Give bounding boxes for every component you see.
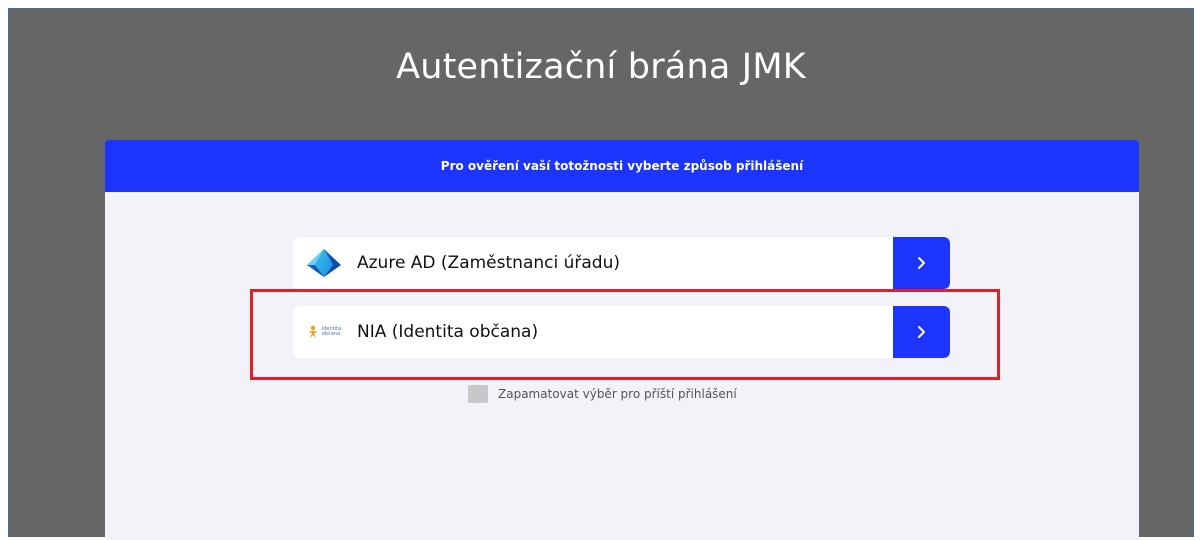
login-card: Pro ověření vaší totožnosti vyberte způs… — [105, 140, 1139, 540]
azure-ad-option[interactable]: Azure AD (Zaměstnanci úřadu) — [293, 237, 950, 289]
nia-label: NIA (Identita občana) — [357, 322, 539, 342]
azure-ad-arrow-button[interactable] — [893, 237, 950, 289]
remember-choice[interactable]: Zapamatovat výběr pro příští přihlášení — [468, 385, 737, 403]
nia-option[interactable]: Identita občana NIA (Identita občana) — [293, 306, 950, 358]
identita-obcana-logo: Identita občana — [305, 313, 343, 351]
page-title: Autentizační brána JMK — [396, 47, 806, 87]
page-background: Autentizační brána JMK Pro ověření vaší … — [8, 8, 1194, 540]
person-icon — [307, 325, 318, 338]
logo-text-line-2: občana — [321, 331, 341, 337]
card-header-text: Pro ověření vaší totožnosti vyberte způs… — [440, 159, 804, 173]
azure-ad-label: Azure AD (Zaměstnanci úřadu) — [357, 253, 620, 273]
nia-arrow-button[interactable] — [893, 306, 950, 358]
remember-label[interactable]: Zapamatovat výběr pro příští přihlášení — [498, 387, 737, 401]
remember-checkbox[interactable] — [468, 385, 488, 403]
card-header: Pro ověření vaší totožnosti vyberte způs… — [105, 140, 1139, 192]
azure-ad-icon — [305, 244, 343, 282]
screenshot-frame: Autentizační brána JMK Pro ověření vaší … — [0, 0, 1200, 540]
chevron-right-icon — [917, 257, 925, 269]
chevron-right-icon — [917, 326, 925, 338]
